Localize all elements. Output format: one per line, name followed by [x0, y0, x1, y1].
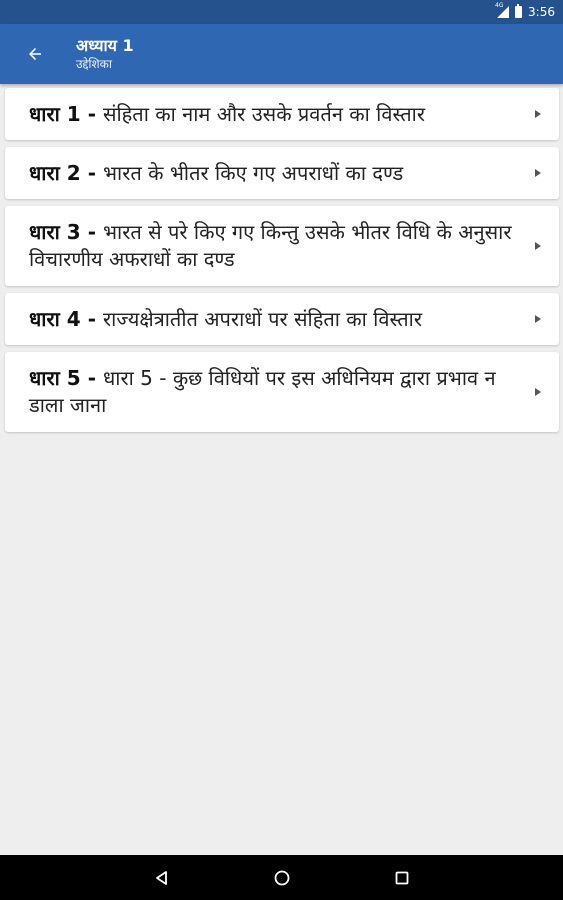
section-separator: - — [80, 101, 103, 126]
section-title: राज्यक्षेत्रातीत अपराधों पर संहिता का वि… — [102, 306, 422, 331]
chevron-right-icon — [535, 168, 543, 178]
section-label: धारा 1 — [29, 101, 81, 126]
section-label: धारा 3 — [29, 220, 81, 244]
section-separator: - — [80, 306, 103, 331]
section-title: संहिता का नाम और उसके प्रवर्तन का विस्ता… — [102, 101, 426, 126]
section-card-1[interactable]: धारा 1 - संहिता का नाम और उसके प्रवर्तन … — [5, 88, 559, 140]
network-type-label: 4G — [495, 2, 504, 9]
section-label: धारा 2 — [29, 160, 81, 185]
nav-home-button[interactable] — [222, 855, 342, 900]
chevron-right-icon — [535, 387, 543, 397]
section-text: धारा 3 - भारत से परे किए गए किन्तु उसके … — [29, 219, 535, 273]
status-bar: 4G 3:56 — [0, 0, 563, 24]
section-separator: - — [80, 220, 103, 244]
section-text: धारा 5 - धारा 5 - कुछ विधियों पर इस अधिन… — [29, 365, 535, 419]
section-label: धारा 4 — [29, 306, 81, 331]
section-separator: - — [80, 160, 103, 185]
back-button[interactable] — [0, 24, 70, 84]
arrow-left-icon — [29, 48, 41, 60]
chevron-right-icon — [535, 241, 543, 251]
section-text: धारा 1 - संहिता का नाम और उसके प्रवर्तन … — [29, 101, 535, 128]
signal-icon: 4G — [495, 2, 510, 18]
system-nav-bar — [0, 855, 563, 900]
section-card-3[interactable]: धारा 3 - भारत से परे किए गए किन्तु उसके … — [5, 206, 559, 286]
section-card-4[interactable]: धारा 4 - राज्यक्षेत्रातीत अपराधों पर संह… — [5, 293, 559, 345]
nav-back-button[interactable] — [102, 855, 222, 900]
section-card-5[interactable]: धारा 5 - धारा 5 - कुछ विधियों पर इस अधिन… — [5, 352, 559, 432]
circle-home-icon — [274, 870, 289, 885]
section-card-2[interactable]: धारा 2 - भारत के भीतर किए गए अपराधों का … — [5, 147, 559, 199]
square-recents-icon — [395, 871, 408, 884]
section-text: धारा 4 - राज्यक्षेत्रातीत अपराधों पर संह… — [29, 306, 535, 333]
section-list: धारा 1 - संहिता का नाम और उसके प्रवर्तन … — [5, 88, 559, 439]
section-title: भारत के भीतर किए गए अपराधों का दण्ड — [102, 160, 404, 185]
triangle-back-icon — [155, 870, 167, 885]
title-block: अध्याय 1 उद्देशिका — [76, 36, 134, 72]
chevron-right-icon — [535, 314, 543, 324]
section-label: धारा 5 — [29, 366, 81, 390]
page-subtitle: उद्देशिका — [76, 57, 112, 71]
section-text: धारा 2 - भारत के भीतर किए गए अपराधों का … — [29, 160, 535, 187]
section-separator: - — [80, 366, 103, 390]
chevron-right-icon — [535, 109, 543, 119]
nav-recents-button[interactable] — [342, 855, 462, 900]
status-clock: 3:56 — [528, 5, 555, 19]
app-bar: अध्याय 1 उद्देशिका — [0, 24, 563, 84]
battery-icon — [515, 4, 523, 18]
page-title: अध्याय 1 — [76, 36, 134, 55]
